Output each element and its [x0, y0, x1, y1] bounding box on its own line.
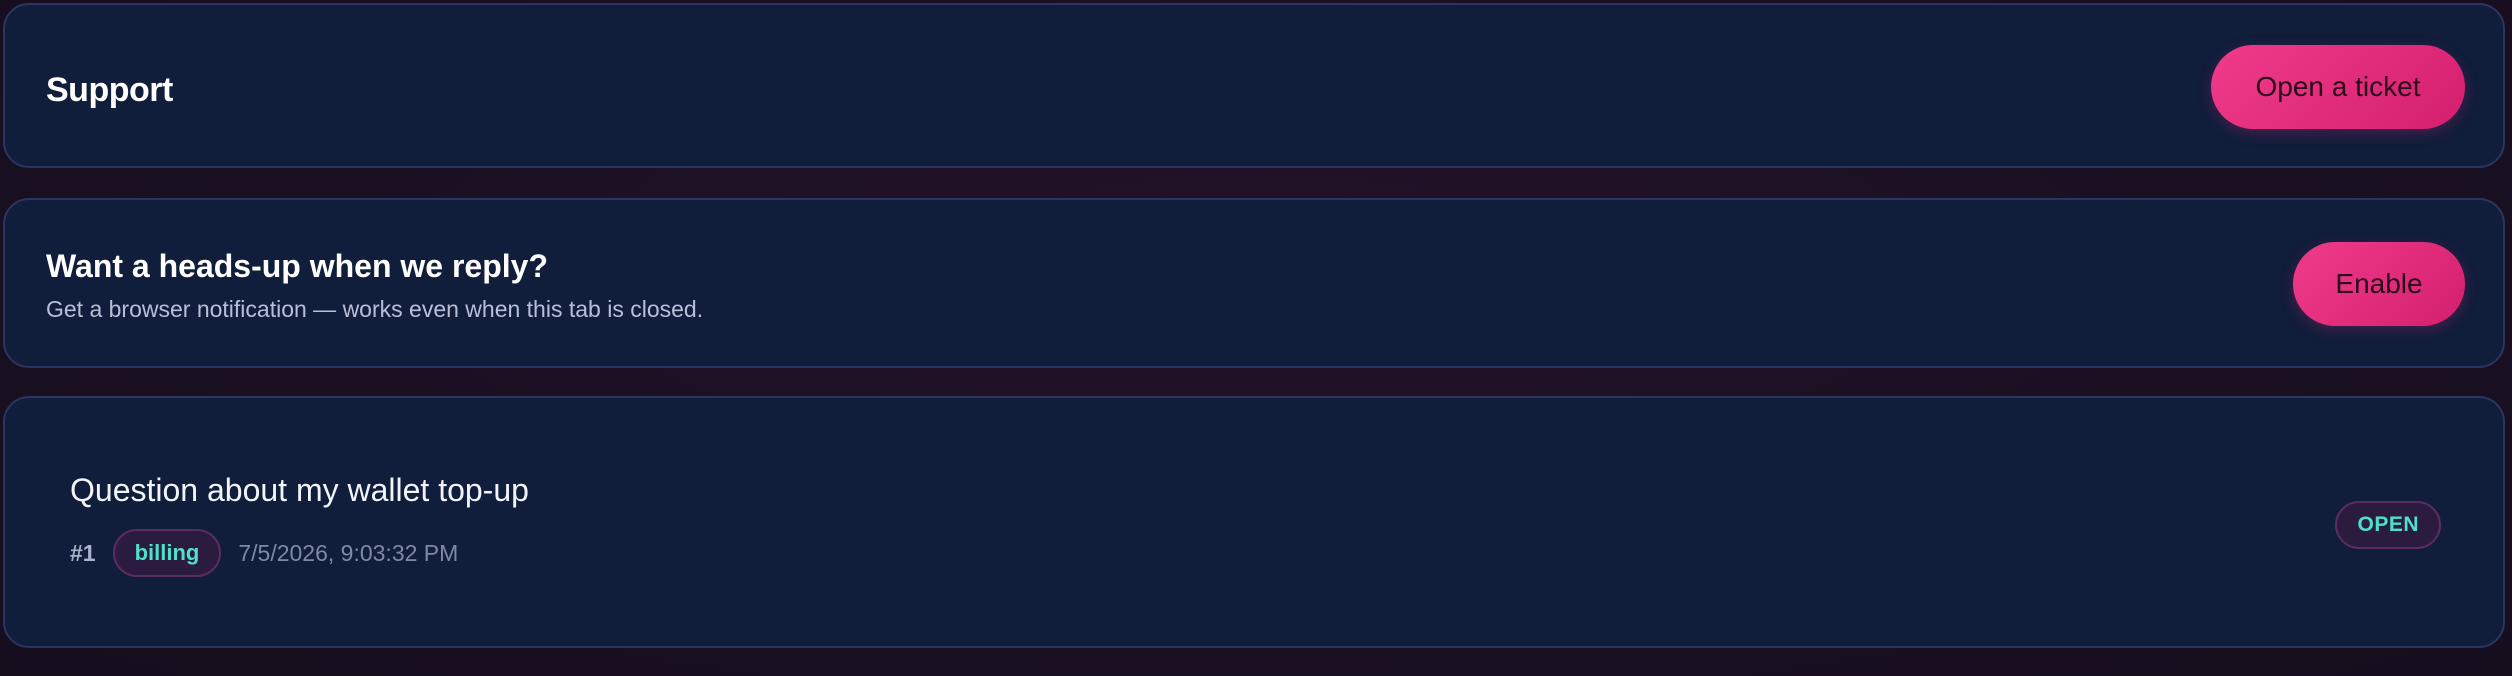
notification-title: Want a heads-up when we reply?	[46, 248, 548, 284]
notification-card: Want a heads-up when we reply? Get a bro…	[3, 198, 2505, 368]
ticket-card[interactable]: Question about my wallet top-up #1 billi…	[3, 396, 2505, 648]
ticket-title[interactable]: Question about my wallet top-up	[70, 472, 529, 509]
support-page: Support Open a ticket Want a heads-up wh…	[0, 0, 2512, 676]
enable-notifications-button[interactable]: Enable	[2293, 242, 2465, 326]
ticket-meta: #1 billing 7/5/2026, 9:03:32 PM	[70, 528, 458, 578]
page-title: Support	[46, 71, 173, 109]
open-ticket-button[interactable]: Open a ticket	[2211, 45, 2465, 129]
support-header-card: Support Open a ticket	[3, 3, 2505, 168]
ticket-number: #1	[70, 539, 96, 566]
ticket-category-tag: billing	[112, 529, 222, 577]
notification-subtitle: Get a browser notification — works even …	[46, 296, 704, 322]
ticket-timestamp: 7/5/2026, 9:03:32 PM	[238, 539, 459, 566]
ticket-status-badge: OPEN	[2335, 501, 2441, 549]
